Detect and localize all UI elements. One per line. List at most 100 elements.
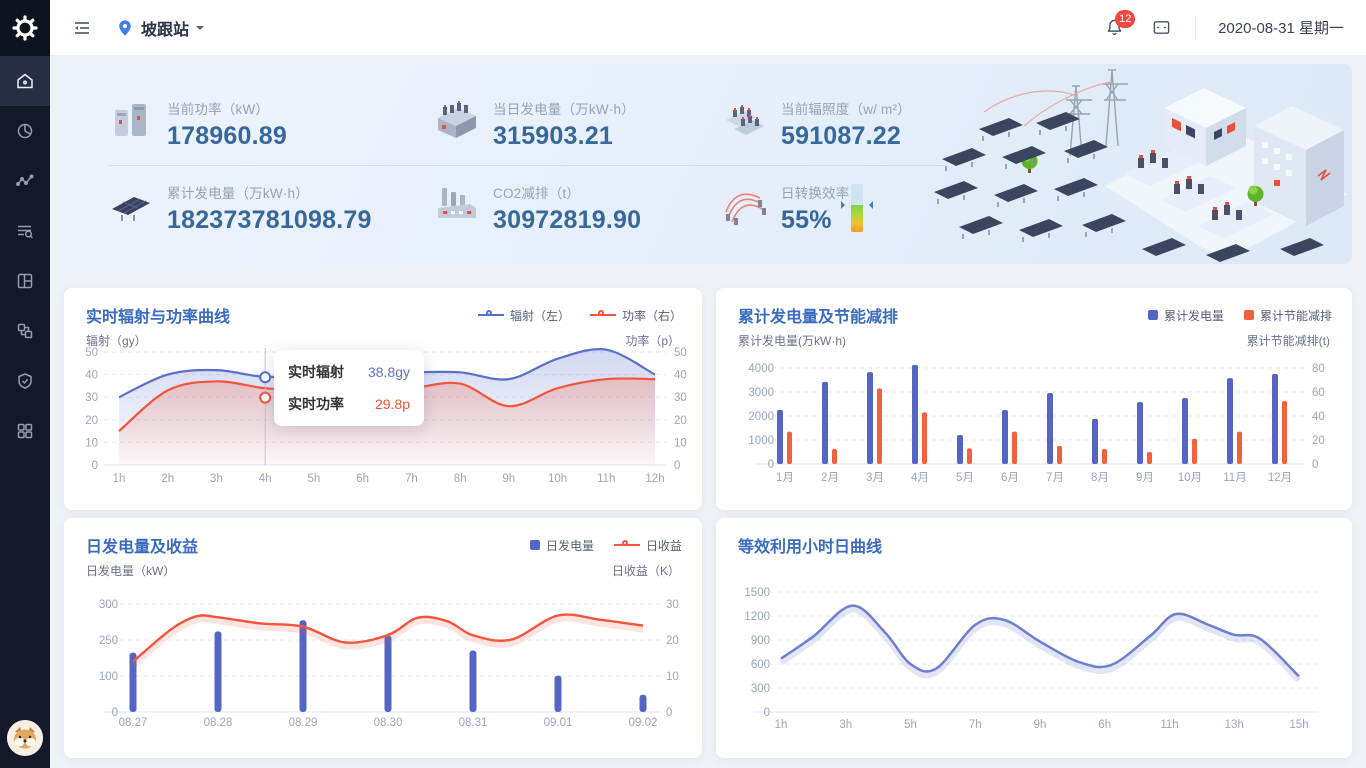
report-search-icon [15,221,35,241]
svg-text:4000: 4000 [748,363,774,375]
svg-text:1h: 1h [113,473,126,485]
sidebar-item-apps[interactable] [0,406,50,456]
kpi-label: 当日发电量（万kW·h） [493,98,635,118]
svg-text:7h: 7h [405,473,418,485]
svg-text:20: 20 [666,635,679,647]
kpi-label: 累计发电量（万kW·h） [167,182,372,202]
svg-text:08.30: 08.30 [374,717,403,729]
avatar-image [7,720,43,756]
kpi-total-generation: 累计发电量（万kW·h） 182373781098.79 [108,182,372,235]
svg-text:0: 0 [674,460,680,472]
legend-item-daily-revenue[interactable]: 日收益 [614,537,682,554]
svg-text:20: 20 [1312,435,1325,447]
user-avatar[interactable] [7,720,43,756]
sidebar-item-home[interactable] [0,56,50,106]
svg-text:09.02: 09.02 [629,717,658,729]
station-selector[interactable]: 坡跟站 [116,16,204,40]
cumulative-generation-plot[interactable]: 001000202000403000604000801月2月3月4月5月6月7月… [726,344,1342,499]
chevron-down-icon [196,26,204,34]
svg-text:09.01: 09.01 [544,717,573,729]
equivalent-hours-plot[interactable]: 1500120090060030001h3h5h7h9h6h11h13h15h [726,562,1348,753]
kpi-summary-band: 当前功率（kW） 178960.89 当日发电量（万kW·h） 315903.2… [64,64,1352,264]
kpi-co2-reduction: CO2减排（t） 30972819.90 [434,182,641,235]
svg-text:50: 50 [674,347,687,359]
svg-text:0: 0 [1312,459,1318,471]
svg-text:7月: 7月 [1046,472,1064,484]
svg-text:11h: 11h [597,473,615,485]
svg-text:7h: 7h [969,719,982,731]
header-divider [1195,16,1196,40]
svg-text:12月: 12月 [1268,472,1292,484]
solar-panel-icon [108,182,154,228]
svg-text:5h: 5h [904,719,917,731]
daily-generation-plot[interactable]: 3003025020100100008.2708.2808.2908.3008.… [74,574,702,743]
svg-text:10: 10 [85,437,98,449]
line-series-icon [590,314,616,316]
sidebar-nav [0,56,50,456]
fullscreen-button[interactable] [1152,18,1171,37]
svg-text:10: 10 [666,671,679,683]
efficiency-gauge [851,184,863,232]
svg-text:2000: 2000 [748,411,774,423]
svg-text:2月: 2月 [821,472,839,484]
svg-text:0: 0 [768,459,774,471]
legend-item-daily-generation[interactable]: 日发电量 [530,537,594,554]
irradiance-icon [722,98,768,144]
sidebar-item-pie-chart[interactable] [0,106,50,156]
plant-icon [434,98,480,144]
svg-text:3h: 3h [210,473,223,485]
card-title: 实时辐射与功率曲线 [86,303,230,327]
svg-text:13h: 13h [1225,719,1244,731]
svg-text:900: 900 [751,635,770,647]
svg-text:4h: 4h [259,473,272,485]
legend-item-radiation[interactable]: 辐射（左） [478,307,570,324]
location-pin-icon [116,19,134,37]
svg-text:6h: 6h [1098,719,1111,731]
kpi-value: 315903.21 [493,122,635,151]
svg-text:30: 30 [674,392,687,404]
kpi-daily-generation: 当日发电量（万kW·h） 315903.21 [434,98,635,151]
svg-text:3000: 3000 [748,387,774,399]
app-logo[interactable] [0,0,50,56]
svg-text:40: 40 [85,370,98,382]
svg-text:30: 30 [85,392,98,404]
kpi-current-power: 当前功率（kW） 178960.89 [108,98,287,151]
sidebar-item-topology[interactable] [0,306,50,356]
gear-logo-icon [11,14,39,42]
notification-badge: 12 [1115,10,1135,28]
layout-icon [15,271,35,291]
svg-text:250: 250 [99,635,118,647]
pie-chart-icon [15,121,35,141]
kpi-label: 当前辐照度（w/ m²） [781,98,911,118]
equivalent-hours-card: 等效利用小时日曲线 1500120090060030001h3h5h7h9h6h… [716,518,1352,758]
svg-text:10月: 10月 [1178,472,1202,484]
fullscreen-icon [1152,18,1171,37]
legend-item-power[interactable]: 功率（右） [590,307,682,324]
cumulative-generation-card: 累计发电量及节能减排 累计发电量 累计节能减排 累计发电量(万kW·h) 累计节… [716,288,1352,510]
kpi-conversion-efficiency: 日转换效率 55% [722,182,850,235]
top-header: 坡跟站 12 2020-08-31 星期一 [50,0,1366,56]
legend-item-generation[interactable]: 累计发电量 [1148,307,1224,324]
sidebar-item-shield[interactable] [0,356,50,406]
notifications-button[interactable]: 12 [1105,18,1124,37]
apps-icon [15,421,35,441]
svg-text:0: 0 [764,707,770,719]
header-right: 12 2020-08-31 星期一 [1105,16,1344,40]
legend-item-saving[interactable]: 累计节能减排 [1244,307,1332,324]
svg-text:2h: 2h [161,473,174,485]
svg-text:5月: 5月 [956,472,974,484]
svg-text:10h: 10h [548,473,567,485]
svg-text:1h: 1h [775,719,788,731]
svg-text:9月: 9月 [1136,472,1154,484]
card-title: 累计发电量及节能减排 [738,303,898,327]
home-icon [15,71,35,91]
sidebar-item-layout[interactable] [0,256,50,306]
sidebar-item-report-search[interactable] [0,206,50,256]
svg-text:1500: 1500 [744,587,770,599]
svg-text:08.28: 08.28 [204,717,233,729]
activity-icon [15,171,35,191]
menu-collapse-icon[interactable] [72,18,92,38]
sidebar-item-activity[interactable] [0,156,50,206]
daily-generation-card: 日发电量及收益 日发电量 日收益 日发电量（kW） 日收益（K） 3003025… [64,518,702,758]
station-name: 坡跟站 [141,16,189,40]
